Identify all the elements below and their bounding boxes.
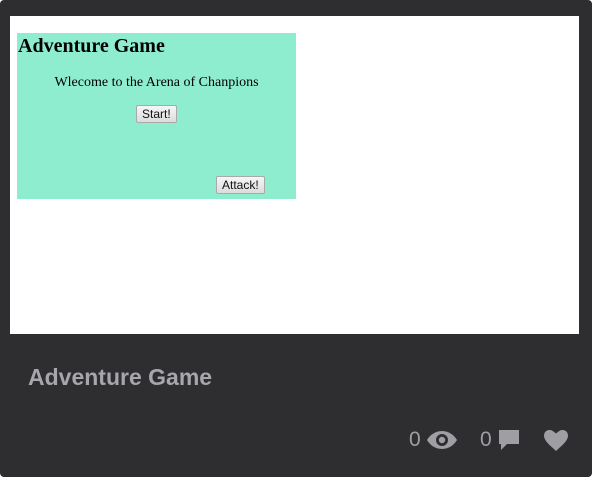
views-count: 0 (409, 428, 421, 451)
start-button[interactable]: Start! (136, 105, 177, 123)
game-title: Adventure Game (18, 35, 165, 57)
attack-button[interactable]: Attack! (216, 176, 265, 194)
preview-frame[interactable]: Adventure Game Wlecome to the Arena of C… (10, 16, 579, 334)
game-container: Adventure Game Wlecome to the Arena of C… (17, 33, 296, 199)
card-title[interactable]: Adventure Game (28, 364, 212, 391)
pen-card: Adventure Game Wlecome to the Arena of C… (0, 0, 592, 477)
comments-count: 0 (480, 428, 492, 451)
comments-stat[interactable]: 0 (480, 426, 520, 454)
eye-icon (426, 431, 457, 449)
comment-icon (498, 429, 520, 451)
welcome-message: Wlecome to the Arena of Chanpions (54, 75, 259, 90)
heart-icon (544, 429, 568, 451)
views-stat[interactable]: 0 (409, 426, 457, 454)
like-button[interactable] (544, 426, 568, 454)
